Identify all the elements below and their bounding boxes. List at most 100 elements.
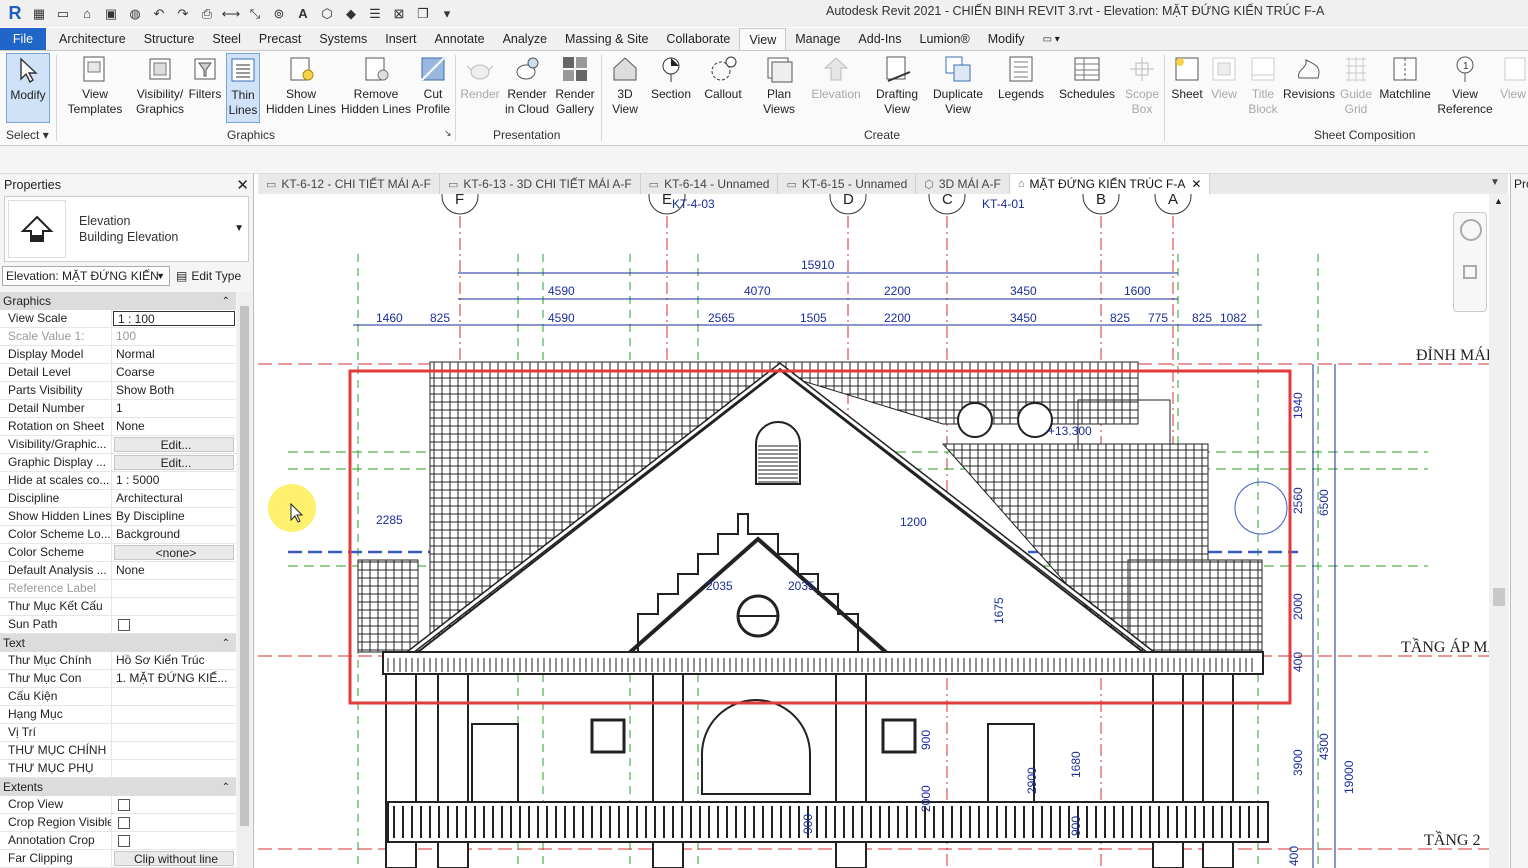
duplicate-view-button[interactable]: Duplicate View bbox=[930, 53, 986, 117]
property-edit-button[interactable]: Edit... bbox=[114, 455, 234, 470]
tabs-menu-chevron-icon[interactable]: ▼ bbox=[1490, 177, 1500, 188]
property-value[interactable]: Architectural bbox=[112, 490, 236, 507]
property-edit-button[interactable]: <none> bbox=[114, 545, 234, 560]
drawing-canvas[interactable]: F E D C B A KT-4-03 KT-4-01 15910 4590 4070 2200 345… bbox=[258, 194, 1489, 868]
render-in-cloud-button[interactable]: Render in Cloud bbox=[503, 53, 551, 117]
visibility-graphics-button[interactable]: Visibility/ Graphics bbox=[132, 53, 188, 117]
collapse-icon[interactable]: ⌃ bbox=[222, 296, 230, 307]
tab-add-ins[interactable]: Add-Ins bbox=[849, 28, 910, 50]
sync-icon[interactable]: ◍ bbox=[124, 3, 146, 25]
view-tab[interactable]: ▭ KT-6-14 - Unnamed bbox=[641, 174, 779, 194]
tab-file[interactable]: File bbox=[0, 28, 46, 50]
tab-steel[interactable]: Steel bbox=[203, 28, 250, 50]
tab-systems[interactable]: Systems bbox=[310, 28, 376, 50]
tab-precast[interactable]: Precast bbox=[250, 28, 310, 50]
property-edit-button[interactable]: Clip without line bbox=[114, 851, 234, 866]
property-value[interactable]: 1. MẶT ĐỨNG KIẾ... bbox=[112, 670, 236, 687]
property-value[interactable] bbox=[112, 724, 236, 741]
properties-scrollbar[interactable] bbox=[237, 292, 252, 868]
section-button[interactable]: Section bbox=[648, 53, 694, 102]
tab-modify[interactable]: Modify bbox=[979, 28, 1034, 50]
view-templates-button[interactable]: View Templates bbox=[66, 53, 124, 117]
property-value[interactable]: Show Both bbox=[112, 382, 236, 399]
aligned-dimension-icon[interactable]: ⤡ bbox=[244, 3, 266, 25]
property-group-extents[interactable]: Extents ⌃ bbox=[0, 778, 236, 796]
graphics-dialog-launcher-icon[interactable]: ↘ bbox=[444, 128, 452, 139]
property-value[interactable] bbox=[112, 814, 236, 831]
ribbon-minimize-icon[interactable]: ▭ ▾ bbox=[1034, 28, 1069, 50]
property-value[interactable] bbox=[112, 616, 236, 633]
tab-annotate[interactable]: Annotate bbox=[426, 28, 494, 50]
collapse-icon[interactable]: ⌃ bbox=[222, 638, 230, 649]
guide-grid-button[interactable]: Guide Grid bbox=[1336, 53, 1376, 117]
schedules-button[interactable]: Schedules bbox=[1058, 53, 1116, 102]
save-icon[interactable]: ▣ bbox=[100, 3, 122, 25]
property-value[interactable]: None bbox=[112, 562, 236, 579]
tab-manage[interactable]: Manage bbox=[786, 28, 849, 50]
legends-button[interactable]: Legends bbox=[996, 53, 1046, 102]
property-group-graphics[interactable]: Graphics ⌃ bbox=[0, 292, 236, 310]
remove-hidden-lines-button[interactable]: Remove Hidden Lines bbox=[338, 53, 414, 117]
thin-lines-button[interactable]: Thin Lines bbox=[226, 53, 260, 123]
property-edit-button[interactable]: Edit... bbox=[114, 437, 234, 452]
property-value[interactable] bbox=[112, 688, 236, 705]
render-gallery-button[interactable]: Render Gallery bbox=[552, 53, 598, 117]
view-tab[interactable]: ⬡ 3D MÁI A-F bbox=[916, 174, 1010, 194]
close-icon[interactable]: ✕ bbox=[236, 176, 249, 194]
text-icon[interactable]: A bbox=[292, 3, 314, 25]
property-value[interactable]: Coarse bbox=[112, 364, 236, 381]
property-value[interactable] bbox=[112, 742, 236, 759]
property-value[interactable]: 1 : 100 bbox=[113, 311, 235, 326]
view-tab[interactable]: ▭ KT-6-13 - 3D CHI TIẾT MÁI A-F bbox=[440, 174, 641, 194]
section-icon[interactable]: ◆ bbox=[340, 3, 362, 25]
tab-structure[interactable]: Structure bbox=[135, 28, 204, 50]
instance-filter-select[interactable]: Elevation: MẶT ĐỨNG KIẾN ▼ bbox=[2, 266, 170, 286]
scope-box-button[interactable]: Scope Box bbox=[1122, 53, 1162, 117]
property-value[interactable]: Normal bbox=[112, 346, 236, 363]
plan-views-button[interactable]: Plan Views bbox=[760, 53, 798, 117]
checkbox[interactable] bbox=[118, 835, 130, 847]
steering-wheel-icon[interactable] bbox=[1460, 219, 1482, 241]
scroll-thumb[interactable] bbox=[1493, 588, 1505, 606]
project-browser-tab[interactable]: Pro bbox=[1510, 174, 1528, 868]
3d-view-button[interactable]: 3D View bbox=[606, 53, 644, 117]
canvas-vertical-scrollbar[interactable]: ▲ bbox=[1489, 194, 1509, 868]
scroll-up-icon[interactable]: ▲ bbox=[1494, 196, 1503, 206]
revit-logo-icon[interactable]: R bbox=[4, 3, 26, 25]
print-icon[interactable]: ⎙ bbox=[196, 3, 218, 25]
tag-icon[interactable]: ⊚ bbox=[268, 3, 290, 25]
show-hidden-lines-button[interactable]: Show Hidden Lines bbox=[265, 53, 337, 117]
view-tab[interactable]: ▭ KT-6-15 - Unnamed bbox=[778, 174, 917, 194]
property-value[interactable]: By Discipline bbox=[112, 508, 236, 525]
revisions-button[interactable]: Revisions bbox=[1283, 53, 1335, 102]
tab-architecture[interactable]: Architecture bbox=[50, 28, 135, 50]
checkbox[interactable] bbox=[118, 799, 130, 811]
customize-qat-icon[interactable]: ▾ bbox=[436, 3, 458, 25]
checkbox[interactable] bbox=[118, 817, 130, 829]
select-panel-label[interactable]: Select ▾ bbox=[6, 128, 49, 142]
tab-analyze[interactable]: Analyze bbox=[494, 28, 556, 50]
zoom-icon[interactable] bbox=[1463, 265, 1477, 279]
property-value[interactable] bbox=[112, 706, 236, 723]
matchline-button[interactable]: Matchline bbox=[1376, 53, 1434, 102]
default-3d-icon[interactable]: ⬡ bbox=[316, 3, 338, 25]
filters-button[interactable]: Filters bbox=[186, 53, 224, 102]
property-group-text[interactable]: Text ⌃ bbox=[0, 634, 236, 652]
property-value[interactable]: Background bbox=[112, 526, 236, 543]
elevation-drawing[interactable]: F E D C B A KT-4-03 KT-4-01 15910 4590 4070 2200 345… bbox=[258, 194, 1489, 868]
render-button[interactable]: Render bbox=[458, 53, 502, 102]
view-tab[interactable]: ▭ KT-6-12 - CHI TIẾT MÁI A-F bbox=[258, 174, 440, 194]
title-block-button[interactable]: Title Block bbox=[1244, 53, 1282, 117]
home-icon[interactable]: ▦ bbox=[28, 3, 50, 25]
collapse-icon[interactable]: ⌃ bbox=[222, 782, 230, 793]
tab-collaborate[interactable]: Collaborate bbox=[657, 28, 739, 50]
property-value[interactable] bbox=[112, 796, 236, 813]
measure-icon[interactable]: ⟷ bbox=[220, 3, 242, 25]
property-value[interactable]: 1 : 5000 bbox=[112, 472, 236, 489]
property-value[interactable]: 1 bbox=[112, 400, 236, 417]
close-hidden-windows-icon[interactable]: ⊠ bbox=[388, 3, 410, 25]
tab-lumion[interactable]: Lumion® bbox=[911, 28, 979, 50]
property-value[interactable] bbox=[112, 832, 236, 849]
modify-button[interactable]: Modify bbox=[6, 53, 50, 123]
view-tab[interactable]: ⌂ MẶT ĐỨNG KIẾN TRÚC F-A ✕ bbox=[1009, 174, 1211, 194]
